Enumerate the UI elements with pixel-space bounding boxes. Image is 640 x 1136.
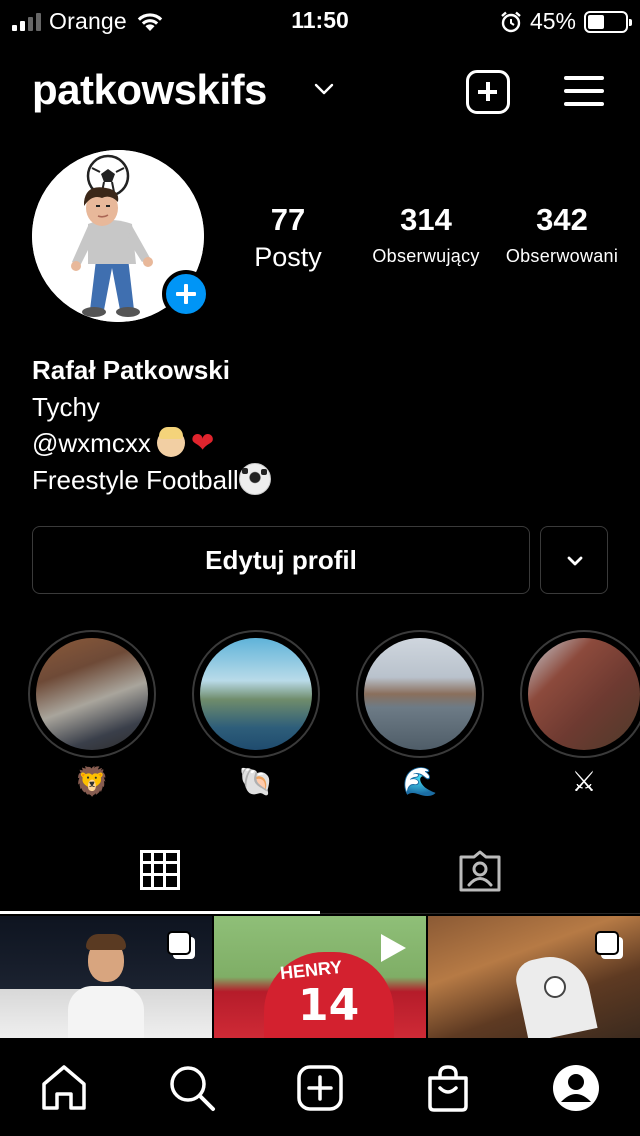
shop-icon[interactable] (422, 1062, 474, 1114)
following-label: Obserwowani (505, 246, 619, 266)
edit-profile-label: Edytuj profil (205, 544, 357, 575)
discover-people-button[interactable] (540, 526, 608, 594)
post-thumbnail[interactable] (0, 916, 212, 1038)
post-thumbnail[interactable] (428, 916, 640, 1038)
mention-link[interactable]: @wxmcxx (32, 428, 151, 458)
tagged-icon (459, 850, 501, 892)
profile-bio: Rafał Patkowski Tychy @wxmcxx ❤ Freestyle… (32, 352, 271, 498)
status-bar: Orange 11:50 45% (0, 0, 640, 40)
new-post-icon[interactable] (466, 70, 510, 114)
profile-header: patkowskifs (32, 62, 608, 122)
blond-person-emoji-icon (156, 427, 185, 457)
followers-label: Obserwujący (372, 246, 480, 266)
post-thumbnail[interactable]: HENRY 14 (214, 916, 426, 1038)
bio-description: Freestyle Football (32, 464, 239, 495)
add-story-button[interactable] (162, 270, 210, 318)
story-highlight[interactable]: 🦁 (28, 630, 156, 802)
edit-profile-button[interactable]: Edytuj profil (32, 526, 530, 594)
full-name: Rafał Patkowski (32, 355, 230, 385)
tab-posts-grid[interactable] (0, 832, 320, 914)
highlight-cover (200, 638, 312, 750)
search-icon[interactable] (166, 1062, 218, 1114)
grid-icon (140, 850, 180, 890)
tab-tagged[interactable] (320, 832, 640, 914)
story-highlight[interactable]: ⚔ (520, 630, 640, 802)
soccer-ball-icon (238, 462, 271, 495)
lion-face-icon: 🦁 (74, 766, 110, 797)
bio-location: Tychy (32, 391, 100, 422)
active-tab-indicator (0, 911, 320, 914)
post-figure (68, 986, 144, 1038)
followers-count: 314 (400, 202, 452, 237)
username[interactable]: patkowskifs (32, 66, 267, 114)
create-icon[interactable] (294, 1062, 346, 1114)
highlight-cover (528, 638, 640, 750)
home-icon[interactable] (38, 1062, 90, 1114)
carousel-icon (167, 931, 195, 959)
jersey-number: 14 (298, 980, 360, 1031)
chevron-down-icon (567, 556, 583, 566)
stat-following[interactable]: 342 Obserwowani (500, 200, 624, 267)
story-highlight[interactable]: 🐚 (192, 630, 320, 802)
story-highlight[interactable]: 🌊 (356, 630, 484, 802)
posts-label: Posty (254, 242, 322, 272)
bio-mention-line: @wxmcxx ❤ (32, 425, 271, 462)
battery-percentage: 45% (529, 8, 576, 34)
post-figure (544, 976, 566, 998)
stat-posts[interactable]: 77 Posty (238, 200, 338, 273)
profile-icon[interactable] (550, 1062, 602, 1114)
carousel-icon (595, 931, 623, 959)
menu-icon[interactable] (564, 74, 604, 108)
battery-icon (584, 10, 632, 33)
water-wave-icon: 🌊 (402, 766, 438, 797)
spiral-shell-icon: 🐚 (238, 766, 274, 797)
highlight-cover (36, 638, 148, 750)
alarm-icon (501, 11, 521, 32)
crossed-swords-icon: ⚔ (571, 766, 597, 797)
bio-description-line: Freestyle Football (32, 462, 271, 499)
bottom-nav (0, 1038, 640, 1136)
battery-level (588, 14, 605, 29)
play-icon (381, 934, 406, 962)
red-heart-icon: ❤ (190, 427, 215, 458)
following-count: 342 (536, 202, 588, 237)
post-figure (86, 934, 126, 950)
chevron-down-icon[interactable] (314, 82, 334, 96)
posts-count: 77 (270, 202, 306, 237)
highlight-cover (364, 638, 476, 750)
stat-followers[interactable]: 314 Obserwujący (364, 200, 488, 267)
